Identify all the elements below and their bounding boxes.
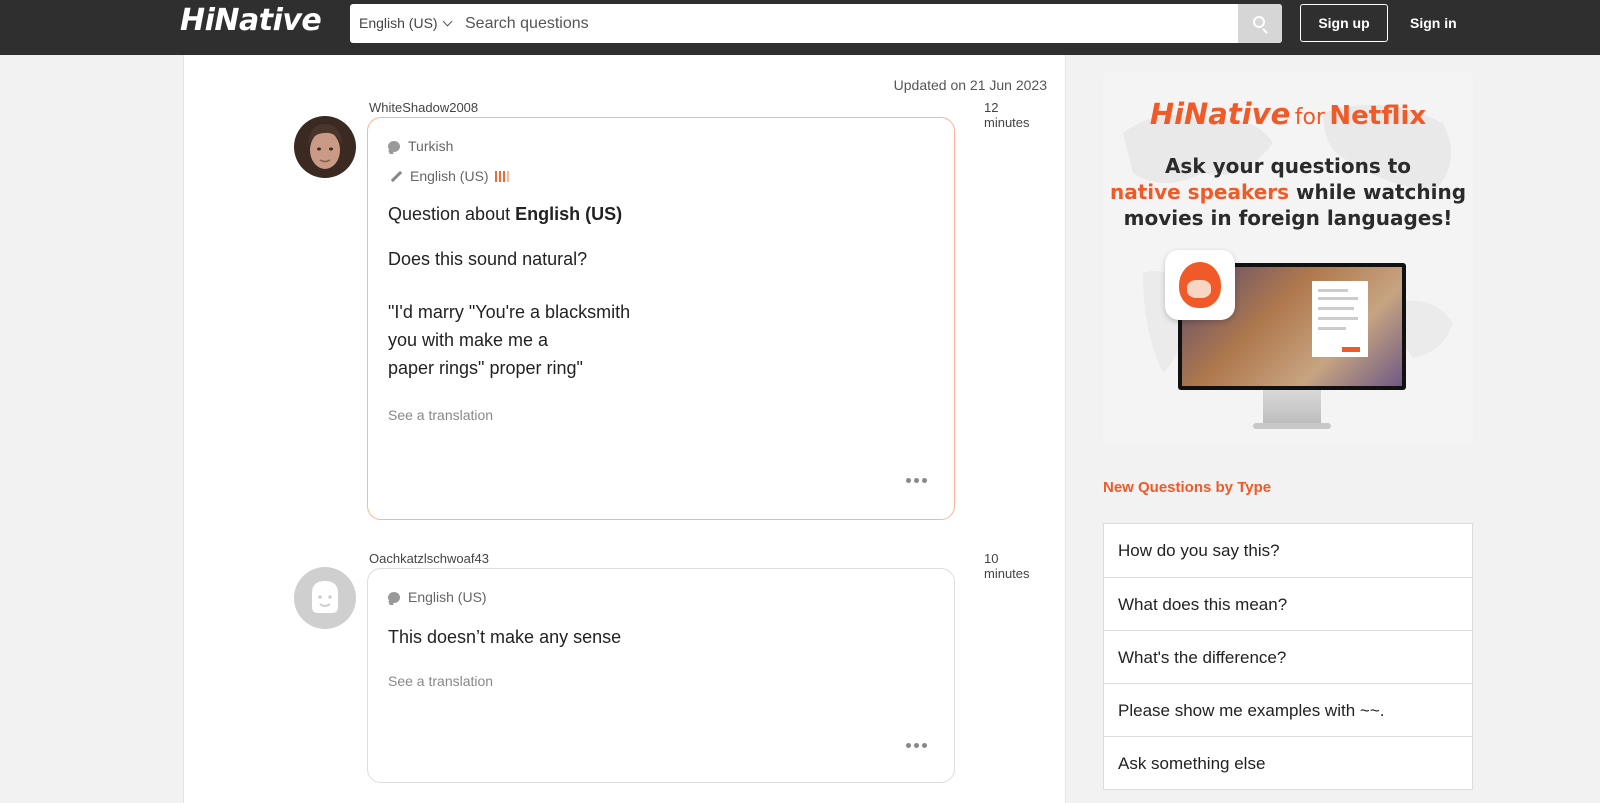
native-language-label: Turkish (408, 138, 454, 154)
proficiency-level-icon (494, 169, 511, 185)
avatar[interactable] (294, 116, 356, 178)
learning-language: English (US) (388, 168, 511, 185)
ad-line: Ask your questions to (1164, 154, 1412, 178)
language-select-label: English (US) (359, 15, 438, 31)
question-type-examples[interactable]: Please show me examples with ~~. (1104, 683, 1472, 736)
ad-brand-name: HiNative (1149, 97, 1291, 131)
question-type-how-do-you-say[interactable]: How do you say this? (1104, 524, 1472, 577)
monitor-stand-base (1253, 423, 1331, 429)
quote-line: you with make me a (388, 330, 549, 350)
question-about-prefix: Question about (388, 204, 511, 224)
question-text: Does this sound natural? (388, 249, 588, 269)
quote-line: paper rings" proper ring" (388, 358, 583, 378)
more-dots-icon[interactable] (906, 735, 932, 748)
search-bar: English (US) (350, 4, 1282, 43)
more-dots-icon[interactable] (906, 470, 932, 483)
monitor-stand (1263, 390, 1321, 426)
question-type-ask-something-else[interactable]: Ask something else (1104, 736, 1472, 789)
sign-in-link[interactable]: Sign in (1410, 4, 1457, 42)
see-translation-link[interactable]: See a translation (388, 407, 493, 423)
search-button[interactable] (1238, 4, 1282, 43)
ad-line: movies in foreign languages! (1123, 206, 1453, 230)
speech-bubble-icon (388, 592, 400, 603)
search-input[interactable] (465, 4, 1165, 43)
top-navbar: HiNative English (US) Sign up Sign in (0, 0, 1600, 55)
question-type-list: How do you say this? What does this mean… (1103, 523, 1473, 790)
question-type-what-does-this-mean[interactable]: What does this mean? (1104, 577, 1472, 630)
question-about: Question about English (US) (388, 204, 622, 225)
question-card[interactable]: Turkish English (US) Question about Engl… (367, 117, 955, 520)
netflix-ad-banner[interactable]: HiNative for Netflix Ask your questions … (1103, 73, 1473, 443)
ad-highlight: native speakers (1109, 180, 1290, 204)
question-time: 10 minutes (984, 551, 1030, 581)
ad-brand-partner: Netflix (1329, 101, 1427, 131)
ad-brand-for: for (1294, 105, 1325, 130)
new-questions-by-type-title: New Questions by Type (1103, 479, 1272, 496)
quote-line: "I'd marry "You're a blacksmith (388, 302, 631, 322)
chevron-down-icon (442, 16, 453, 27)
question-feed: Updated on 21 Jun 2023 WhiteShadow2008 1… (183, 55, 1066, 803)
default-avatar-icon[interactable] (294, 567, 356, 629)
native-language: Turkish (388, 138, 453, 154)
native-language: English (US) (388, 589, 487, 605)
ad-brand: HiNative for Netflix (1103, 97, 1473, 131)
speech-bubble-icon (388, 141, 400, 152)
see-translation-link[interactable]: See a translation (388, 673, 493, 689)
native-language-label: English (US) (408, 589, 487, 605)
question-about-language: English (US) (515, 204, 623, 224)
ad-line-rest: while watching (1296, 180, 1467, 204)
question-text: This doesn’t make any sense (388, 627, 622, 647)
question-type-difference[interactable]: What's the difference? (1104, 630, 1472, 683)
pencil-icon (388, 170, 402, 182)
updated-date: Updated on 21 Jun 2023 (893, 77, 1047, 93)
hinative-app-icon (1165, 250, 1235, 320)
username[interactable]: Oachkatzlschwoaf43 (369, 551, 489, 566)
learning-language-label: English (US) (410, 168, 489, 184)
username[interactable]: WhiteShadow2008 (369, 100, 478, 115)
question-quote: "I'd marry "You're a blacksmith you with … (388, 298, 630, 382)
question-card[interactable]: English (US) This doesn’t make any sense… (367, 568, 955, 783)
search-icon (1253, 16, 1265, 28)
hinative-logo[interactable]: HiNative (180, 3, 322, 38)
ad-line: native speakers while watching (1103, 179, 1473, 205)
sign-up-button[interactable]: Sign up (1300, 4, 1388, 42)
language-select[interactable]: English (US) (359, 4, 453, 43)
app-dialog-illustration (1312, 281, 1368, 357)
question-time: 12 minutes (984, 100, 1030, 130)
ad-tagline: Ask your questions to native speakers wh… (1103, 153, 1473, 231)
